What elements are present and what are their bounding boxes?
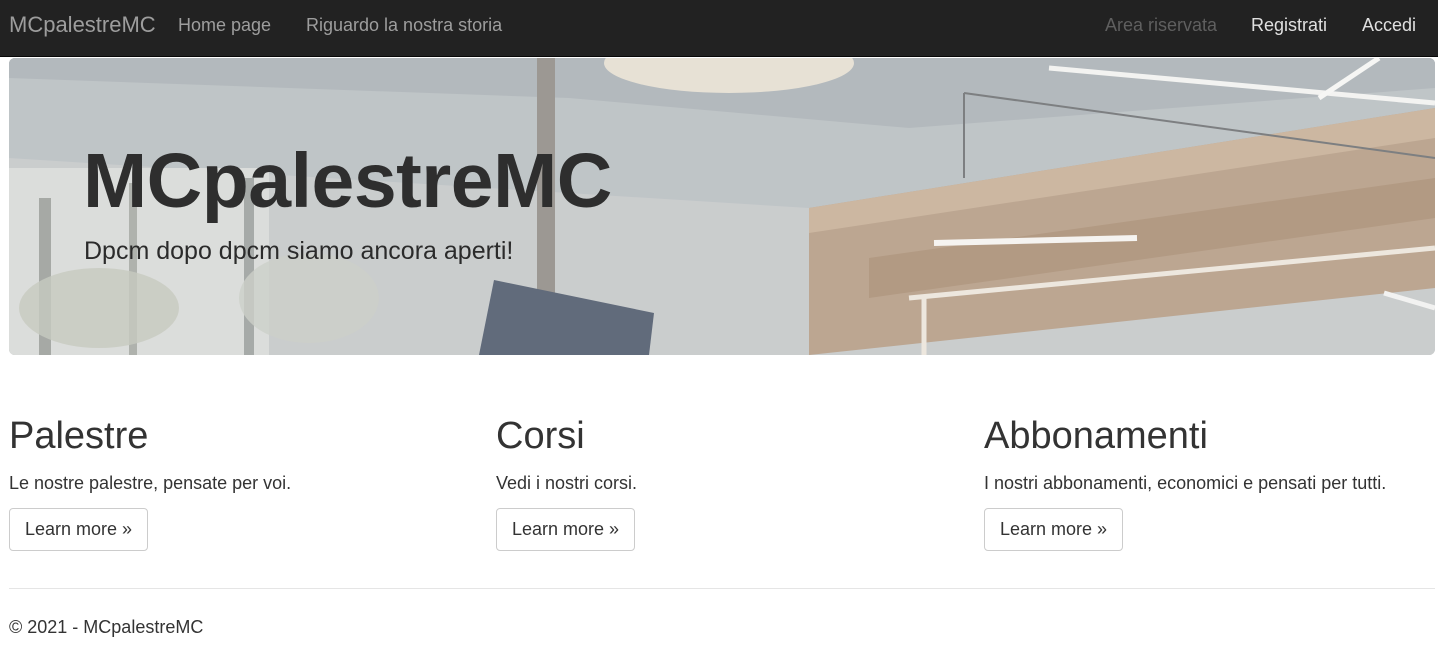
- footer-copyright: © 2021 - MCpalestreMC: [9, 617, 204, 637]
- hero-subtitle: Dpcm dopo dpcm siamo ancora aperti!: [84, 237, 514, 265]
- feature-title: Corsi: [496, 415, 585, 457]
- nav-link-home[interactable]: Home page: [178, 16, 271, 34]
- feature-text: Le nostre palestre, pensate per voi.: [9, 473, 292, 493]
- nav-link-login[interactable]: Accedi: [1362, 16, 1416, 34]
- learn-more-corsi-button[interactable]: Learn more »: [496, 508, 636, 551]
- hero-title: MCpalestreMC: [83, 138, 612, 224]
- feature-title: Abbonamenti: [984, 415, 1208, 457]
- feature-title: Palestre: [9, 415, 149, 457]
- top-navbar: MCpalestreMC Home page Riguardo la nostr…: [0, 0, 1438, 57]
- hero-jumbotron: MCpalestreMC Dpcm dopo dpcm siamo ancora…: [9, 58, 1435, 355]
- feature-column-abbonamenti: Abbonamenti I nostri abbonamenti, econom…: [984, 413, 1438, 551]
- feature-text: Vedi i nostri corsi.: [496, 473, 638, 493]
- nav-link-reserved-area[interactable]: Area riservata: [1105, 16, 1217, 34]
- learn-more-palestre-button[interactable]: Learn more »: [9, 508, 149, 551]
- feature-column-corsi: Corsi Vedi i nostri corsi. Learn more »: [496, 413, 956, 551]
- feature-text: I nostri abbonamenti, economici e pensat…: [984, 473, 1387, 493]
- footer-divider: [9, 588, 1435, 589]
- learn-more-abbonamenti-button[interactable]: Learn more »: [984, 508, 1124, 551]
- brand-link[interactable]: MCpalestreMC: [9, 13, 156, 37]
- feature-column-palestre: Palestre Le nostre palestre, pensate per…: [9, 413, 469, 551]
- nav-link-register[interactable]: Registrati: [1251, 16, 1327, 34]
- nav-link-story[interactable]: Riguardo la nostra storia: [306, 16, 502, 34]
